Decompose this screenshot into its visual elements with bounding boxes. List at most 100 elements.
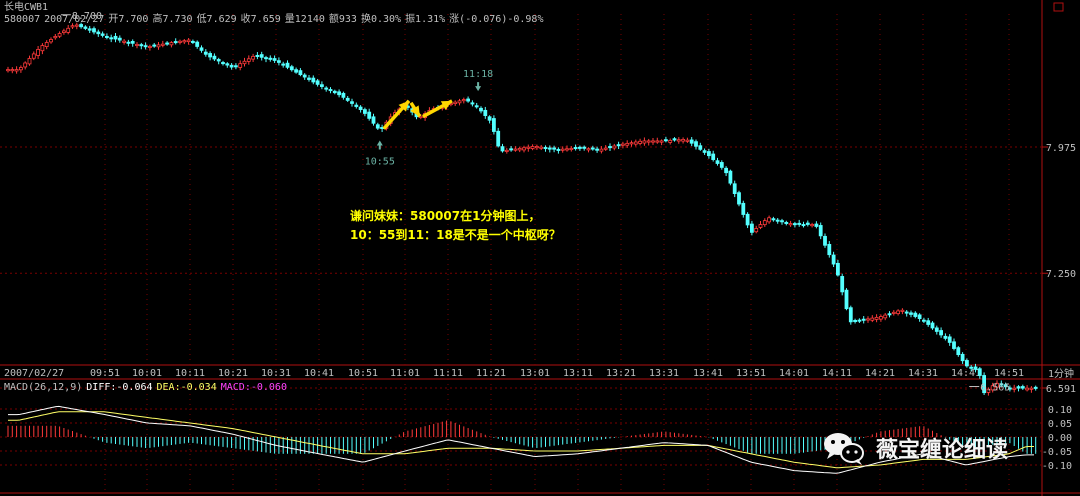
candle-body bbox=[457, 100, 462, 104]
candle-body bbox=[629, 142, 634, 145]
watermark: 薇宝缠论细读 bbox=[820, 428, 1008, 468]
candle-body bbox=[294, 69, 299, 73]
candle-body bbox=[44, 42, 49, 48]
candle-body bbox=[775, 219, 780, 222]
candle-body bbox=[117, 37, 122, 41]
candle-body bbox=[350, 101, 354, 104]
time-tick-label: 14:01 bbox=[779, 368, 809, 379]
candle-body bbox=[375, 124, 380, 129]
wechat-icon bbox=[824, 433, 864, 465]
candle-body bbox=[324, 87, 329, 90]
price-tick-label: 7.975 bbox=[1046, 143, 1076, 154]
candle-body bbox=[195, 41, 200, 47]
candle-body bbox=[517, 147, 522, 151]
candle-body bbox=[724, 167, 728, 174]
time-tick-label: 14:51 bbox=[994, 368, 1024, 379]
macd-header: MACD(26,12,9) DIFF:-0.064 DEA:-0.034 MACD:-… bbox=[4, 382, 291, 394]
candle-body bbox=[552, 147, 556, 150]
candle-body bbox=[754, 228, 759, 233]
candle-body bbox=[947, 336, 952, 343]
turnover-value: 换0.30% bbox=[360, 14, 402, 25]
candle-body bbox=[221, 62, 225, 65]
candle-body bbox=[965, 360, 969, 367]
candle-body bbox=[771, 218, 776, 221]
candle-body bbox=[135, 43, 139, 46]
candle-body bbox=[836, 262, 840, 276]
candle-body bbox=[969, 366, 974, 369]
candle-body bbox=[741, 202, 746, 215]
candle-body bbox=[122, 40, 126, 43]
candle-body bbox=[522, 147, 526, 151]
candle-body bbox=[345, 97, 350, 101]
candle-body bbox=[526, 146, 531, 149]
chart-root: 6.591 7.250 7.975 0.10 0.05 0.00 -0.05 -0.10 200… bbox=[0, 0, 1080, 496]
candle-body bbox=[715, 160, 720, 164]
price-tick-label: 7.250 bbox=[1046, 269, 1076, 280]
close-value: 收7.659 bbox=[240, 14, 281, 25]
time-tick-label: 10:41 bbox=[304, 368, 334, 379]
candle-body bbox=[590, 147, 595, 150]
time-mark-label: 11:18 bbox=[463, 69, 493, 80]
dea-value: DEA:-0.034 bbox=[156, 382, 217, 393]
macd-tick-label: 0.00 bbox=[1048, 433, 1072, 444]
candle-body bbox=[87, 28, 92, 31]
candle-body bbox=[530, 146, 535, 149]
candle-body bbox=[474, 105, 479, 108]
candle-body bbox=[10, 69, 15, 72]
candle-body bbox=[105, 35, 109, 38]
candle-body bbox=[818, 225, 823, 237]
candle-body bbox=[156, 44, 161, 48]
candle-body bbox=[685, 139, 690, 142]
candle-body bbox=[939, 330, 943, 336]
macd-tick-label: 0.10 bbox=[1048, 405, 1072, 416]
candle-body bbox=[238, 63, 243, 68]
candle-body bbox=[109, 37, 114, 40]
candle-body bbox=[973, 366, 978, 370]
candle-body bbox=[6, 69, 10, 72]
candle-body bbox=[242, 60, 247, 65]
candle-body bbox=[595, 148, 599, 151]
candle-body bbox=[797, 222, 802, 225]
candle-body bbox=[229, 64, 234, 68]
candle-body bbox=[707, 151, 711, 157]
candle-body bbox=[934, 327, 939, 332]
candle-body bbox=[848, 307, 853, 323]
time-tick-label: 10:01 bbox=[132, 368, 162, 379]
candle-body bbox=[952, 341, 956, 349]
quote-date: 2007/02/27 bbox=[44, 14, 105, 25]
candle-body bbox=[49, 39, 53, 43]
candle-body bbox=[805, 222, 810, 225]
candle-body bbox=[203, 51, 208, 55]
candle-body bbox=[328, 89, 333, 92]
candle-body bbox=[698, 145, 703, 150]
candle-body bbox=[612, 145, 617, 149]
candle-body bbox=[62, 30, 66, 33]
candle-body bbox=[814, 223, 819, 227]
candle-body bbox=[96, 31, 101, 35]
time-tick-label: 11:21 bbox=[476, 368, 506, 379]
candle-body bbox=[883, 314, 888, 319]
candle-body bbox=[1020, 386, 1025, 389]
candle-body bbox=[689, 139, 694, 144]
macd-tick-label: 0.05 bbox=[1048, 419, 1072, 430]
candle-body bbox=[750, 223, 754, 233]
candle-body bbox=[917, 314, 922, 320]
candle-body bbox=[268, 57, 273, 60]
candle-body bbox=[1025, 387, 1029, 391]
macd-params: MACD(26,12,9) bbox=[4, 382, 83, 393]
macd-value: MACD:-0.060 bbox=[220, 382, 287, 393]
candle-body bbox=[780, 220, 784, 223]
candle-body bbox=[264, 57, 268, 60]
candle-body bbox=[216, 59, 221, 62]
candle-body bbox=[212, 55, 217, 60]
candle-body bbox=[977, 368, 982, 376]
candle-body bbox=[879, 316, 883, 320]
candle-body bbox=[891, 311, 896, 314]
candle-body bbox=[565, 148, 569, 151]
candle-body bbox=[930, 322, 935, 329]
time-tick-label: 13:41 bbox=[693, 368, 723, 379]
candle-body bbox=[913, 312, 918, 317]
candle-body bbox=[139, 44, 144, 47]
candle-body bbox=[83, 26, 88, 29]
candle-body bbox=[311, 77, 316, 83]
